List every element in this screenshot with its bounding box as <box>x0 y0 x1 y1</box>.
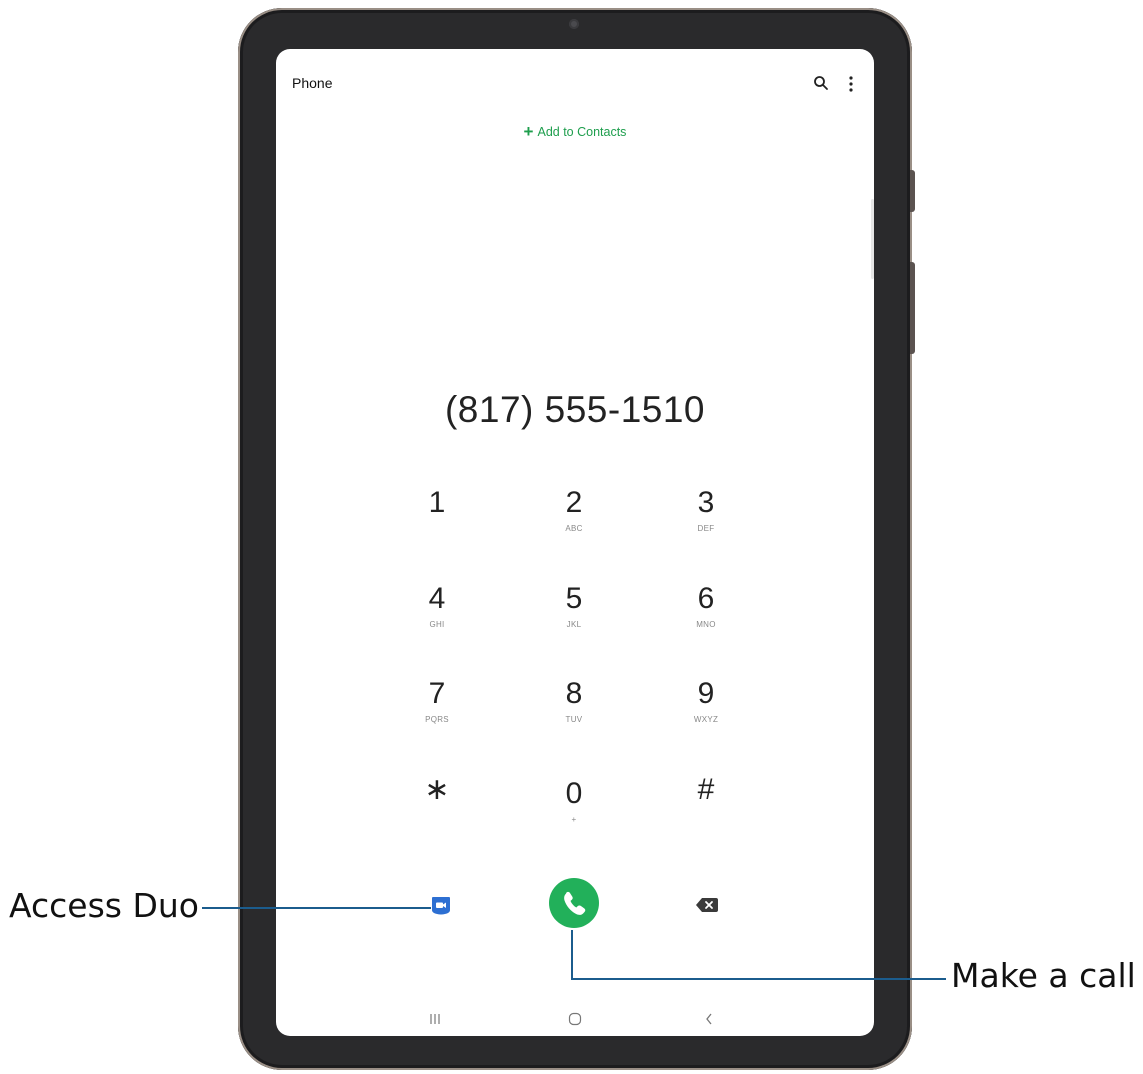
key-letters: GHI <box>429 620 445 629</box>
key-digit: 9 <box>697 677 715 710</box>
key-letters: JKL <box>566 620 582 629</box>
key-6[interactable]: 6 MNO <box>661 581 751 661</box>
key-0[interactable]: 0 + <box>529 776 619 856</box>
key-letters: PQRS <box>425 715 449 724</box>
key-digit: 7 <box>428 677 446 710</box>
key-letters: MNO <box>696 620 716 629</box>
key-7[interactable]: 7 PQRS <box>392 676 482 756</box>
more-options-icon[interactable] <box>846 75 856 93</box>
callout-make-a-call: Make a call <box>951 956 1136 995</box>
key-letters: ABC <box>565 524 583 533</box>
callout-line-call-vertical <box>571 930 573 980</box>
callout-line-duo <box>202 907 431 909</box>
app-title: Phone <box>292 75 333 91</box>
front-camera <box>569 19 579 29</box>
home-icon[interactable] <box>568 1012 582 1026</box>
plus-icon: + <box>523 122 534 141</box>
key-digit: ∗ <box>424 773 450 806</box>
key-digit: 3 <box>697 486 715 519</box>
key-letters: + <box>571 815 577 824</box>
recent-apps-icon[interactable] <box>429 1013 441 1025</box>
key-letters: DEF <box>697 524 715 533</box>
volume-button <box>910 170 915 212</box>
backspace-icon[interactable] <box>696 898 718 912</box>
key-letters: TUV <box>565 715 583 724</box>
scroll-indicator <box>871 199 874 279</box>
key-digit: 4 <box>428 582 446 615</box>
key-hash[interactable]: # <box>661 772 751 852</box>
add-to-contacts-label: Add to Contacts <box>537 125 627 139</box>
key-8[interactable]: 8 TUV <box>529 676 619 756</box>
phone-app-screen: Phone + Add to Contacts (817) 555-1510 1 … <box>276 49 874 1036</box>
callout-line-call-horizontal <box>571 978 946 980</box>
key-digit: 8 <box>565 677 583 710</box>
phone-icon <box>564 891 586 915</box>
video-camera-icon[interactable] <box>430 894 452 916</box>
dialed-number: (817) 555-1510 <box>444 389 706 430</box>
key-4[interactable]: 4 GHI <box>392 581 482 661</box>
key-digit: 2 <box>565 486 583 519</box>
key-2[interactable]: 2 ABC <box>529 485 619 565</box>
key-digit: 0 <box>565 777 583 810</box>
key-1[interactable]: 1 <box>392 485 482 565</box>
add-to-contacts-button[interactable]: + Add to Contacts <box>276 122 874 142</box>
key-digit: 6 <box>697 582 715 615</box>
key-digit: # <box>697 773 715 806</box>
key-star[interactable]: ∗ <box>392 772 482 852</box>
key-9[interactable]: 9 WXYZ <box>661 676 751 756</box>
call-button[interactable] <box>549 878 599 928</box>
key-digit: 1 <box>428 486 446 519</box>
key-3[interactable]: 3 DEF <box>661 485 751 565</box>
key-5[interactable]: 5 JKL <box>529 581 619 661</box>
key-digit: 5 <box>565 582 583 615</box>
search-icon[interactable] <box>813 75 829 91</box>
callout-access-duo: Access Duo <box>9 886 199 925</box>
key-letters: WXYZ <box>693 715 719 724</box>
back-icon[interactable] <box>704 1012 714 1026</box>
power-button <box>910 262 915 354</box>
